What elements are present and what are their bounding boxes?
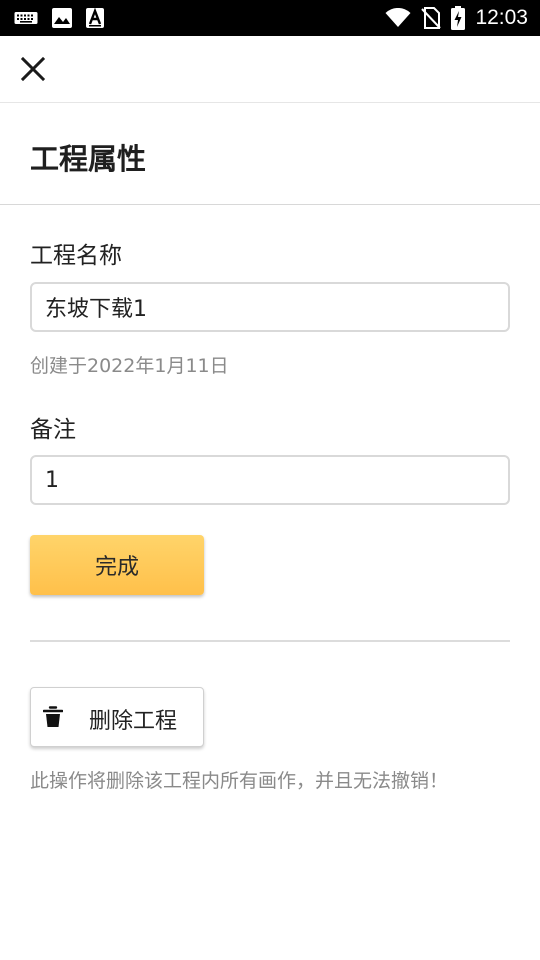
no-sim-icon bbox=[421, 7, 442, 29]
delete-project-label: 删除工程 bbox=[89, 709, 178, 734]
created-date-text: 创建于2022年1月11日 bbox=[30, 355, 229, 377]
note-label: 备注 bbox=[30, 417, 76, 443]
image-icon bbox=[52, 8, 72, 28]
divider bbox=[30, 640, 510, 642]
wifi-icon bbox=[385, 8, 411, 28]
font-a-icon bbox=[86, 8, 104, 28]
project-name-input[interactable] bbox=[30, 282, 510, 332]
status-time: 12:03 bbox=[475, 6, 528, 29]
top-app-bar bbox=[0, 36, 540, 103]
title-section: 工程属性 bbox=[0, 102, 540, 205]
keyboard-icon bbox=[14, 9, 38, 27]
status-bar: 12:03 bbox=[0, 0, 540, 36]
project-name-label: 工程名称 bbox=[30, 243, 122, 269]
trash-icon bbox=[43, 706, 63, 728]
delete-project-button[interactable]: 删除工程 bbox=[30, 687, 204, 747]
delete-warning-text: 此操作将删除该工程内所有画作，并且无法撤销！ bbox=[30, 770, 449, 792]
note-input[interactable] bbox=[30, 455, 510, 505]
done-button[interactable]: 完成 bbox=[30, 535, 204, 595]
page-title: 工程属性 bbox=[30, 142, 147, 176]
close-icon bbox=[14, 50, 52, 88]
battery-charging-icon bbox=[451, 6, 466, 30]
close-button[interactable] bbox=[14, 50, 52, 88]
